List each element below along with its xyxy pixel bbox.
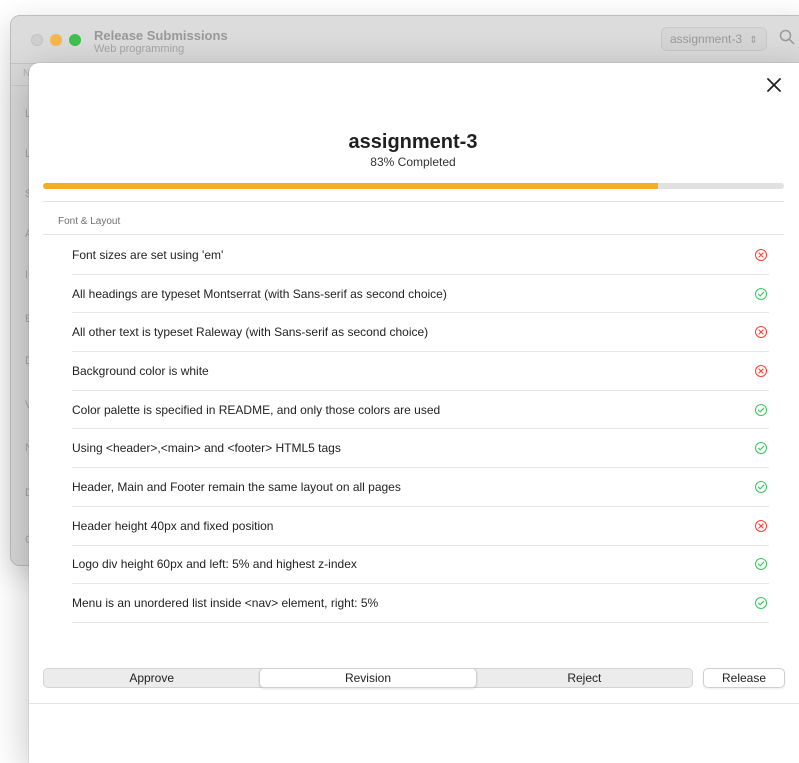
criteria-text: All headings are typeset Montserrat (wit… bbox=[72, 286, 447, 301]
search-icon[interactable] bbox=[779, 29, 795, 45]
checkmark-circle-icon bbox=[755, 480, 767, 493]
criteria-text: Background color is white bbox=[72, 363, 209, 378]
close-icon[interactable] bbox=[764, 75, 784, 95]
xmark-circle-icon bbox=[755, 248, 767, 261]
assignment-select-value: assignment-3 bbox=[670, 32, 743, 46]
window-zoom-button[interactable] bbox=[69, 34, 81, 46]
release-button[interactable]: Release bbox=[703, 668, 785, 688]
reject-segment[interactable]: Reject bbox=[477, 669, 692, 687]
criteria-text: Font sizes are set using 'em' bbox=[72, 247, 224, 262]
divider bbox=[43, 201, 784, 202]
checkmark-circle-icon bbox=[755, 558, 767, 571]
criteria-text: Logo div height 60px and left: 5% and hi… bbox=[72, 557, 357, 572]
checkmark-circle-icon bbox=[755, 403, 767, 416]
checkmark-circle-icon bbox=[755, 597, 767, 610]
criteria-text: Using <header>,<main> and <footer> HTML5… bbox=[72, 441, 341, 456]
criteria-row: Background color is white bbox=[72, 352, 769, 391]
assignment-title: assignment-3 bbox=[348, 131, 478, 153]
decision-segmented-control[interactable]: Approve Revision Reject bbox=[43, 668, 693, 688]
approve-segment[interactable]: Approve bbox=[44, 669, 259, 687]
window-minimize-button[interactable] bbox=[50, 34, 62, 46]
criteria-row: Color palette is specified in README, an… bbox=[72, 391, 769, 430]
window-title: Release Submissions bbox=[94, 28, 228, 43]
criteria-row: Header height 40px and fixed position bbox=[72, 507, 769, 546]
criteria-text: Header height 40px and fixed position bbox=[72, 518, 274, 533]
criteria-text: Header, Main and Footer remain the same … bbox=[72, 479, 401, 494]
progress-bar-fill bbox=[43, 183, 659, 189]
window-subtitle: Web programming bbox=[94, 43, 185, 55]
criteria-row: All headings are typeset Montserrat (wit… bbox=[72, 275, 769, 314]
divider bbox=[29, 703, 799, 704]
progress-label: 83% Completed bbox=[370, 155, 456, 169]
background-row-letter: I bbox=[25, 269, 29, 281]
section-label: Font & Layout bbox=[58, 216, 121, 227]
chevron-updown-icon: ⇕ bbox=[749, 35, 758, 46]
criteria-row: Logo div height 60px and left: 5% and hi… bbox=[72, 546, 769, 585]
criteria-row: Using <header>,<main> and <footer> HTML5… bbox=[72, 429, 769, 469]
revision-segment[interactable]: Revision bbox=[259, 668, 477, 688]
window-close-button[interactable] bbox=[31, 34, 43, 46]
assignment-select[interactable]: assignment-3 ⇕ bbox=[661, 27, 767, 51]
checkmark-circle-icon bbox=[755, 442, 767, 455]
criteria-row: All other text is typeset Raleway (with … bbox=[72, 313, 769, 353]
criteria-text: Color palette is specified in README, an… bbox=[72, 402, 441, 417]
xmark-circle-icon bbox=[755, 364, 767, 377]
submission-detail-sheet: assignment-3 83% Completed Font & Layout… bbox=[29, 63, 799, 763]
criteria-row: Menu is an unordered list inside <nav> e… bbox=[72, 584, 769, 623]
criteria-row: Font sizes are set using 'em' bbox=[72, 236, 769, 275]
progress-bar bbox=[43, 183, 784, 189]
criteria-text: Menu is an unordered list inside <nav> e… bbox=[72, 596, 379, 611]
xmark-circle-icon bbox=[755, 326, 767, 339]
xmark-circle-icon bbox=[755, 519, 767, 532]
divider bbox=[43, 234, 784, 235]
criteria-list: Font sizes are set using 'em' All heading… bbox=[72, 236, 769, 623]
criteria-row: Header, Main and Footer remain the same … bbox=[72, 468, 769, 507]
checkmark-circle-icon bbox=[755, 287, 767, 300]
window-titlebar: Release Submissions Web programming assi… bbox=[11, 16, 799, 64]
criteria-text: All other text is typeset Raleway (with … bbox=[72, 325, 429, 340]
